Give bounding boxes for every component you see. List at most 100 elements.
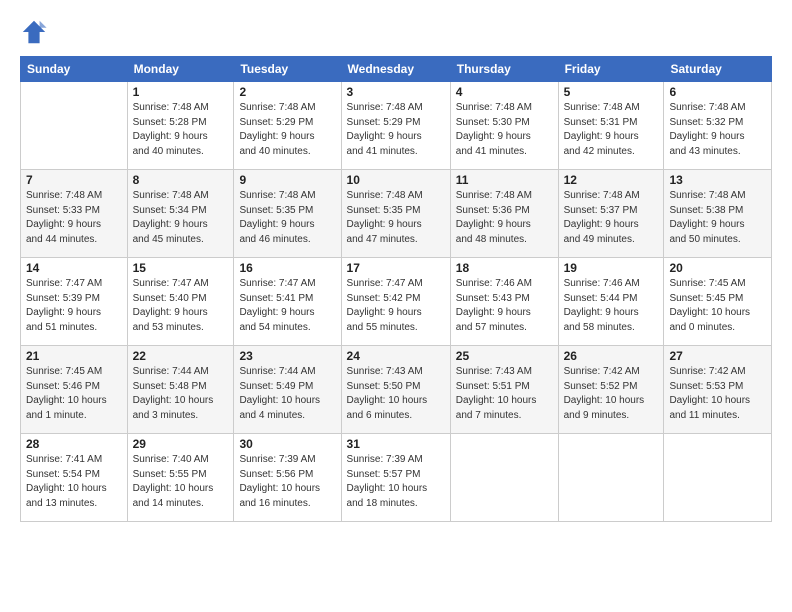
calendar-cell: 7Sunrise: 7:48 AMSunset: 5:33 PMDaylight…: [21, 170, 128, 258]
day-number: 19: [564, 261, 659, 275]
day-info: Sunrise: 7:48 AMSunset: 5:34 PMDaylight:…: [133, 189, 229, 247]
day-info: Sunrise: 7:46 AMSunset: 5:43 PMDaylight:…: [456, 277, 553, 335]
calendar-week-row: 7Sunrise: 7:48 AMSunset: 5:33 PMDaylight…: [21, 170, 772, 258]
column-header-monday: Monday: [127, 57, 234, 82]
calendar-cell: [664, 434, 772, 522]
calendar-cell: 8 Sunrise: 7:48 AMSunset: 5:34 PMDaylight…: [127, 170, 234, 258]
day-info: Sunrise: 7:42 AMSunset: 5:52 PMDaylight:…: [564, 365, 659, 423]
day-info: Sunrise: 7:48 AMSunset: 5:30 PMDaylight:…: [456, 101, 553, 159]
calendar-cell: 13 Sunrise: 7:48 AMSunset: 5:38 PMDayligh…: [664, 170, 772, 258]
calendar-cell: 12Sunrise: 7:48 AMSunset: 5:37 PMDayligh…: [558, 170, 664, 258]
day-info: Sunrise: 7:47 AMSunset: 5:42 PMDaylight:…: [347, 277, 445, 335]
column-header-thursday: Thursday: [450, 57, 558, 82]
calendar-cell: [21, 82, 128, 170]
calendar-cell: [450, 434, 558, 522]
day-number: 5: [564, 85, 659, 99]
day-number: 31: [347, 437, 445, 451]
calendar-cell: 20 Sunrise: 7:45 AMSunset: 5:45 PMDayligh…: [664, 258, 772, 346]
day-number: 9: [239, 173, 335, 187]
day-info: Sunrise: 7:48 AMSunset: 5:38 PMDaylight:…: [669, 189, 766, 247]
day-info: Sunrise: 7:43 AMSunset: 5:50 PMDaylight:…: [347, 365, 445, 423]
calendar-cell: 14 Sunrise: 7:47 AMSunset: 5:39 PMDayligh…: [21, 258, 128, 346]
day-info: Sunrise: 7:40 AMSunset: 5:55 PMDaylight:…: [133, 453, 229, 511]
calendar-cell: 17 Sunrise: 7:47 AMSunset: 5:42 PMDayligh…: [341, 258, 450, 346]
calendar-week-row: 21 Sunrise: 7:45 AMSunset: 5:46 PMDayligh…: [21, 346, 772, 434]
day-info: Sunrise: 7:46 AMSunset: 5:44 PMDaylight:…: [564, 277, 659, 335]
calendar-cell: 11 Sunrise: 7:48 AMSunset: 5:36 PMDayligh…: [450, 170, 558, 258]
calendar-cell: [558, 434, 664, 522]
calendar-cell: 16 Sunrise: 7:47 AMSunset: 5:41 PMDayligh…: [234, 258, 341, 346]
day-info: Sunrise: 7:39 AMSunset: 5:57 PMDaylight:…: [347, 453, 445, 511]
day-info: Sunrise: 7:48 AMSunset: 5:35 PMDaylight:…: [239, 189, 335, 247]
day-info: Sunrise: 7:47 AMSunset: 5:39 PMDaylight:…: [26, 277, 122, 335]
day-info: Sunrise: 7:42 AMSunset: 5:53 PMDaylight:…: [669, 365, 766, 423]
day-number: 20: [669, 261, 766, 275]
calendar-header-row: SundayMondayTuesdayWednesdayThursdayFrid…: [21, 57, 772, 82]
calendar-cell: 25 Sunrise: 7:43 AMSunset: 5:51 PMDayligh…: [450, 346, 558, 434]
calendar-cell: 3 Sunrise: 7:48 AMSunset: 5:29 PMDaylight…: [341, 82, 450, 170]
header: [20, 18, 772, 46]
calendar-cell: 24 Sunrise: 7:43 AMSunset: 5:50 PMDayligh…: [341, 346, 450, 434]
day-number: 10: [347, 173, 445, 187]
day-number: 13: [669, 173, 766, 187]
day-number: 18: [456, 261, 553, 275]
calendar-cell: 10 Sunrise: 7:48 AMSunset: 5:35 PMDayligh…: [341, 170, 450, 258]
day-info: Sunrise: 7:48 AMSunset: 5:32 PMDaylight:…: [669, 101, 766, 159]
day-info: Sunrise: 7:43 AMSunset: 5:51 PMDaylight:…: [456, 365, 553, 423]
day-number: 4: [456, 85, 553, 99]
logo: [20, 18, 52, 46]
calendar-cell: 30Sunrise: 7:39 AMSunset: 5:56 PMDayligh…: [234, 434, 341, 522]
day-info: Sunrise: 7:41 AMSunset: 5:54 PMDaylight:…: [26, 453, 122, 511]
calendar-cell: 1Sunrise: 7:48 AMSunset: 5:28 PMDaylight…: [127, 82, 234, 170]
calendar-cell: 19 Sunrise: 7:46 AMSunset: 5:44 PMDayligh…: [558, 258, 664, 346]
day-number: 16: [239, 261, 335, 275]
day-number: 22: [133, 349, 229, 363]
day-info: Sunrise: 7:48 AMSunset: 5:29 PMDaylight:…: [239, 101, 335, 159]
calendar-cell: 4 Sunrise: 7:48 AMSunset: 5:30 PMDaylight…: [450, 82, 558, 170]
day-number: 27: [669, 349, 766, 363]
day-number: 21: [26, 349, 122, 363]
calendar-week-row: 1Sunrise: 7:48 AMSunset: 5:28 PMDaylight…: [21, 82, 772, 170]
calendar-cell: 22 Sunrise: 7:44 AMSunset: 5:48 PMDayligh…: [127, 346, 234, 434]
calendar-cell: 31 Sunrise: 7:39 AMSunset: 5:57 PMDayligh…: [341, 434, 450, 522]
day-number: 12: [564, 173, 659, 187]
day-number: 15: [133, 261, 229, 275]
day-info: Sunrise: 7:44 AMSunset: 5:48 PMDaylight:…: [133, 365, 229, 423]
column-header-friday: Friday: [558, 57, 664, 82]
calendar-cell: 9 Sunrise: 7:48 AMSunset: 5:35 PMDaylight…: [234, 170, 341, 258]
day-info: Sunrise: 7:47 AMSunset: 5:40 PMDaylight:…: [133, 277, 229, 335]
column-header-sunday: Sunday: [21, 57, 128, 82]
calendar-cell: 15 Sunrise: 7:47 AMSunset: 5:40 PMDayligh…: [127, 258, 234, 346]
day-info: Sunrise: 7:48 AMSunset: 5:29 PMDaylight:…: [347, 101, 445, 159]
day-number: 25: [456, 349, 553, 363]
calendar-cell: 27 Sunrise: 7:42 AMSunset: 5:53 PMDayligh…: [664, 346, 772, 434]
calendar-week-row: 28 Sunrise: 7:41 AMSunset: 5:54 PMDayligh…: [21, 434, 772, 522]
calendar-cell: 6 Sunrise: 7:48 AMSunset: 5:32 PMDaylight…: [664, 82, 772, 170]
page: SundayMondayTuesdayWednesdayThursdayFrid…: [0, 0, 792, 612]
day-number: 29: [133, 437, 229, 451]
column-header-wednesday: Wednesday: [341, 57, 450, 82]
day-number: 26: [564, 349, 659, 363]
calendar-cell: 21 Sunrise: 7:45 AMSunset: 5:46 PMDayligh…: [21, 346, 128, 434]
calendar-cell: 28 Sunrise: 7:41 AMSunset: 5:54 PMDayligh…: [21, 434, 128, 522]
day-info: Sunrise: 7:47 AMSunset: 5:41 PMDaylight:…: [239, 277, 335, 335]
day-info: Sunrise: 7:45 AMSunset: 5:46 PMDaylight:…: [26, 365, 122, 423]
calendar-cell: 29 Sunrise: 7:40 AMSunset: 5:55 PMDayligh…: [127, 434, 234, 522]
calendar-cell: 2Sunrise: 7:48 AMSunset: 5:29 PMDaylight…: [234, 82, 341, 170]
day-number: 30: [239, 437, 335, 451]
day-number: 8: [133, 173, 229, 187]
day-number: 24: [347, 349, 445, 363]
day-info: Sunrise: 7:48 AMSunset: 5:28 PMDaylight:…: [133, 101, 229, 159]
day-number: 7: [26, 173, 122, 187]
day-info: Sunrise: 7:45 AMSunset: 5:45 PMDaylight:…: [669, 277, 766, 335]
day-info: Sunrise: 7:48 AMSunset: 5:36 PMDaylight:…: [456, 189, 553, 247]
day-number: 14: [26, 261, 122, 275]
day-number: 3: [347, 85, 445, 99]
logo-icon: [20, 18, 48, 46]
column-header-saturday: Saturday: [664, 57, 772, 82]
day-number: 17: [347, 261, 445, 275]
day-info: Sunrise: 7:48 AMSunset: 5:35 PMDaylight:…: [347, 189, 445, 247]
day-number: 11: [456, 173, 553, 187]
day-number: 28: [26, 437, 122, 451]
day-number: 6: [669, 85, 766, 99]
